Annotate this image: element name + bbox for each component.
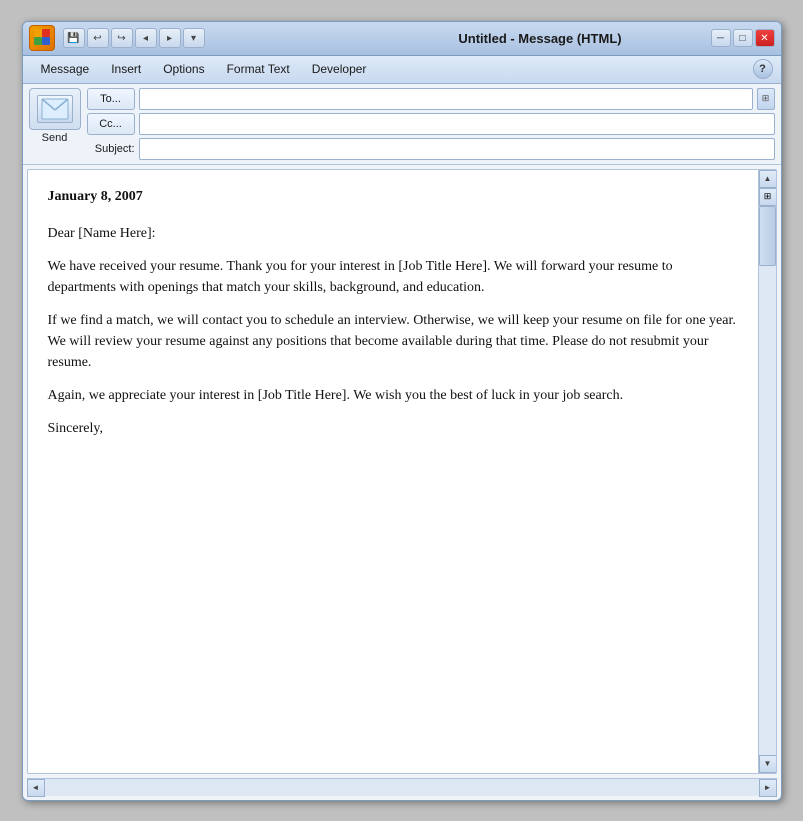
greeting: Dear [Name Here]: <box>48 223 738 244</box>
cc-row: Cc... <box>87 113 775 135</box>
scroll-track[interactable] <box>759 206 776 755</box>
send-label: Send <box>42 132 68 144</box>
closing: Sincerely, <box>48 418 738 439</box>
main-window: 💾 ↩ ↪ ◂ ▸ ▾ Untitled - Message (HTML) ─ … <box>22 21 782 801</box>
scroll-down-button[interactable]: ▼ <box>759 755 777 773</box>
email-header: Send To... ⊞ Cc... Subject: <box>23 84 781 165</box>
title-bar: 💾 ↩ ↪ ◂ ▸ ▾ Untitled - Message (HTML) ─ … <box>23 22 781 56</box>
horizontal-scroll-track[interactable] <box>45 779 759 796</box>
message-body[interactable]: January 8, 2007 Dear [Name Here]: We hav… <box>28 170 758 773</box>
menu-options[interactable]: Options <box>153 59 214 79</box>
scroll-left-button[interactable]: ◄ <box>27 779 45 797</box>
send-icon-box[interactable] <box>29 88 81 130</box>
send-area: Send <box>29 88 81 144</box>
save-button[interactable]: 💾 <box>63 28 85 48</box>
title-bar-left: 💾 ↩ ↪ ◂ ▸ ▾ <box>29 25 370 51</box>
customize-button[interactable]: ▾ <box>183 28 205 48</box>
subject-input[interactable] <box>139 138 775 160</box>
body-wrapper: January 8, 2007 Dear [Name Here]: We hav… <box>27 169 777 774</box>
subject-row: Subject: <box>87 138 775 160</box>
to-button[interactable]: To... <box>87 88 135 110</box>
fields-area: To... ⊞ Cc... Subject: <box>87 88 775 160</box>
send-icon <box>37 95 73 123</box>
edge-button[interactable]: ⊞ <box>757 88 775 110</box>
window-title: Untitled - Message (HTML) <box>370 31 711 46</box>
quick-access-toolbar: 💾 ↩ ↪ ◂ ▸ ▾ <box>63 28 205 48</box>
menu-insert[interactable]: Insert <box>101 59 151 79</box>
scroll-up-button[interactable]: ▲ <box>759 170 777 188</box>
scroll-right-button[interactable]: ► <box>759 779 777 797</box>
cc-button[interactable]: Cc... <box>87 113 135 135</box>
to-input[interactable] <box>139 88 753 110</box>
to-row: To... ⊞ <box>87 88 775 110</box>
ribbon-menu: Message Insert Options Format Text Devel… <box>23 56 781 84</box>
vertical-scrollbar[interactable]: ▲ ⊞ ▼ <box>758 170 776 773</box>
close-button[interactable]: ✕ <box>755 29 775 47</box>
menu-message[interactable]: Message <box>31 59 100 79</box>
horizontal-scrollbar[interactable]: ◄ ► <box>27 778 777 796</box>
subject-label: Subject: <box>87 143 135 155</box>
email-date: January 8, 2007 <box>48 186 738 207</box>
menu-format-text[interactable]: Format Text <box>217 59 300 79</box>
scroll-corner-top[interactable]: ⊞ <box>759 188 777 206</box>
help-button[interactable]: ? <box>753 59 773 79</box>
cc-input[interactable] <box>139 113 775 135</box>
restore-button[interactable]: □ <box>733 29 753 47</box>
undo-button[interactable]: ↩ <box>87 28 109 48</box>
menu-developer[interactable]: Developer <box>302 59 377 79</box>
nav-right-button[interactable]: ▸ <box>159 28 181 48</box>
redo-button[interactable]: ↪ <box>111 28 133 48</box>
minimize-button[interactable]: ─ <box>711 29 731 47</box>
office-logo <box>29 25 55 51</box>
nav-left-button[interactable]: ◂ <box>135 28 157 48</box>
scroll-thumb[interactable] <box>759 206 776 266</box>
paragraph-1: We have received your resume. Thank you … <box>48 256 738 298</box>
paragraph-3: Again, we appreciate your interest in [J… <box>48 385 738 406</box>
window-controls: ─ □ ✕ <box>711 29 775 47</box>
paragraph-2: If we find a match, we will contact you … <box>48 310 738 373</box>
